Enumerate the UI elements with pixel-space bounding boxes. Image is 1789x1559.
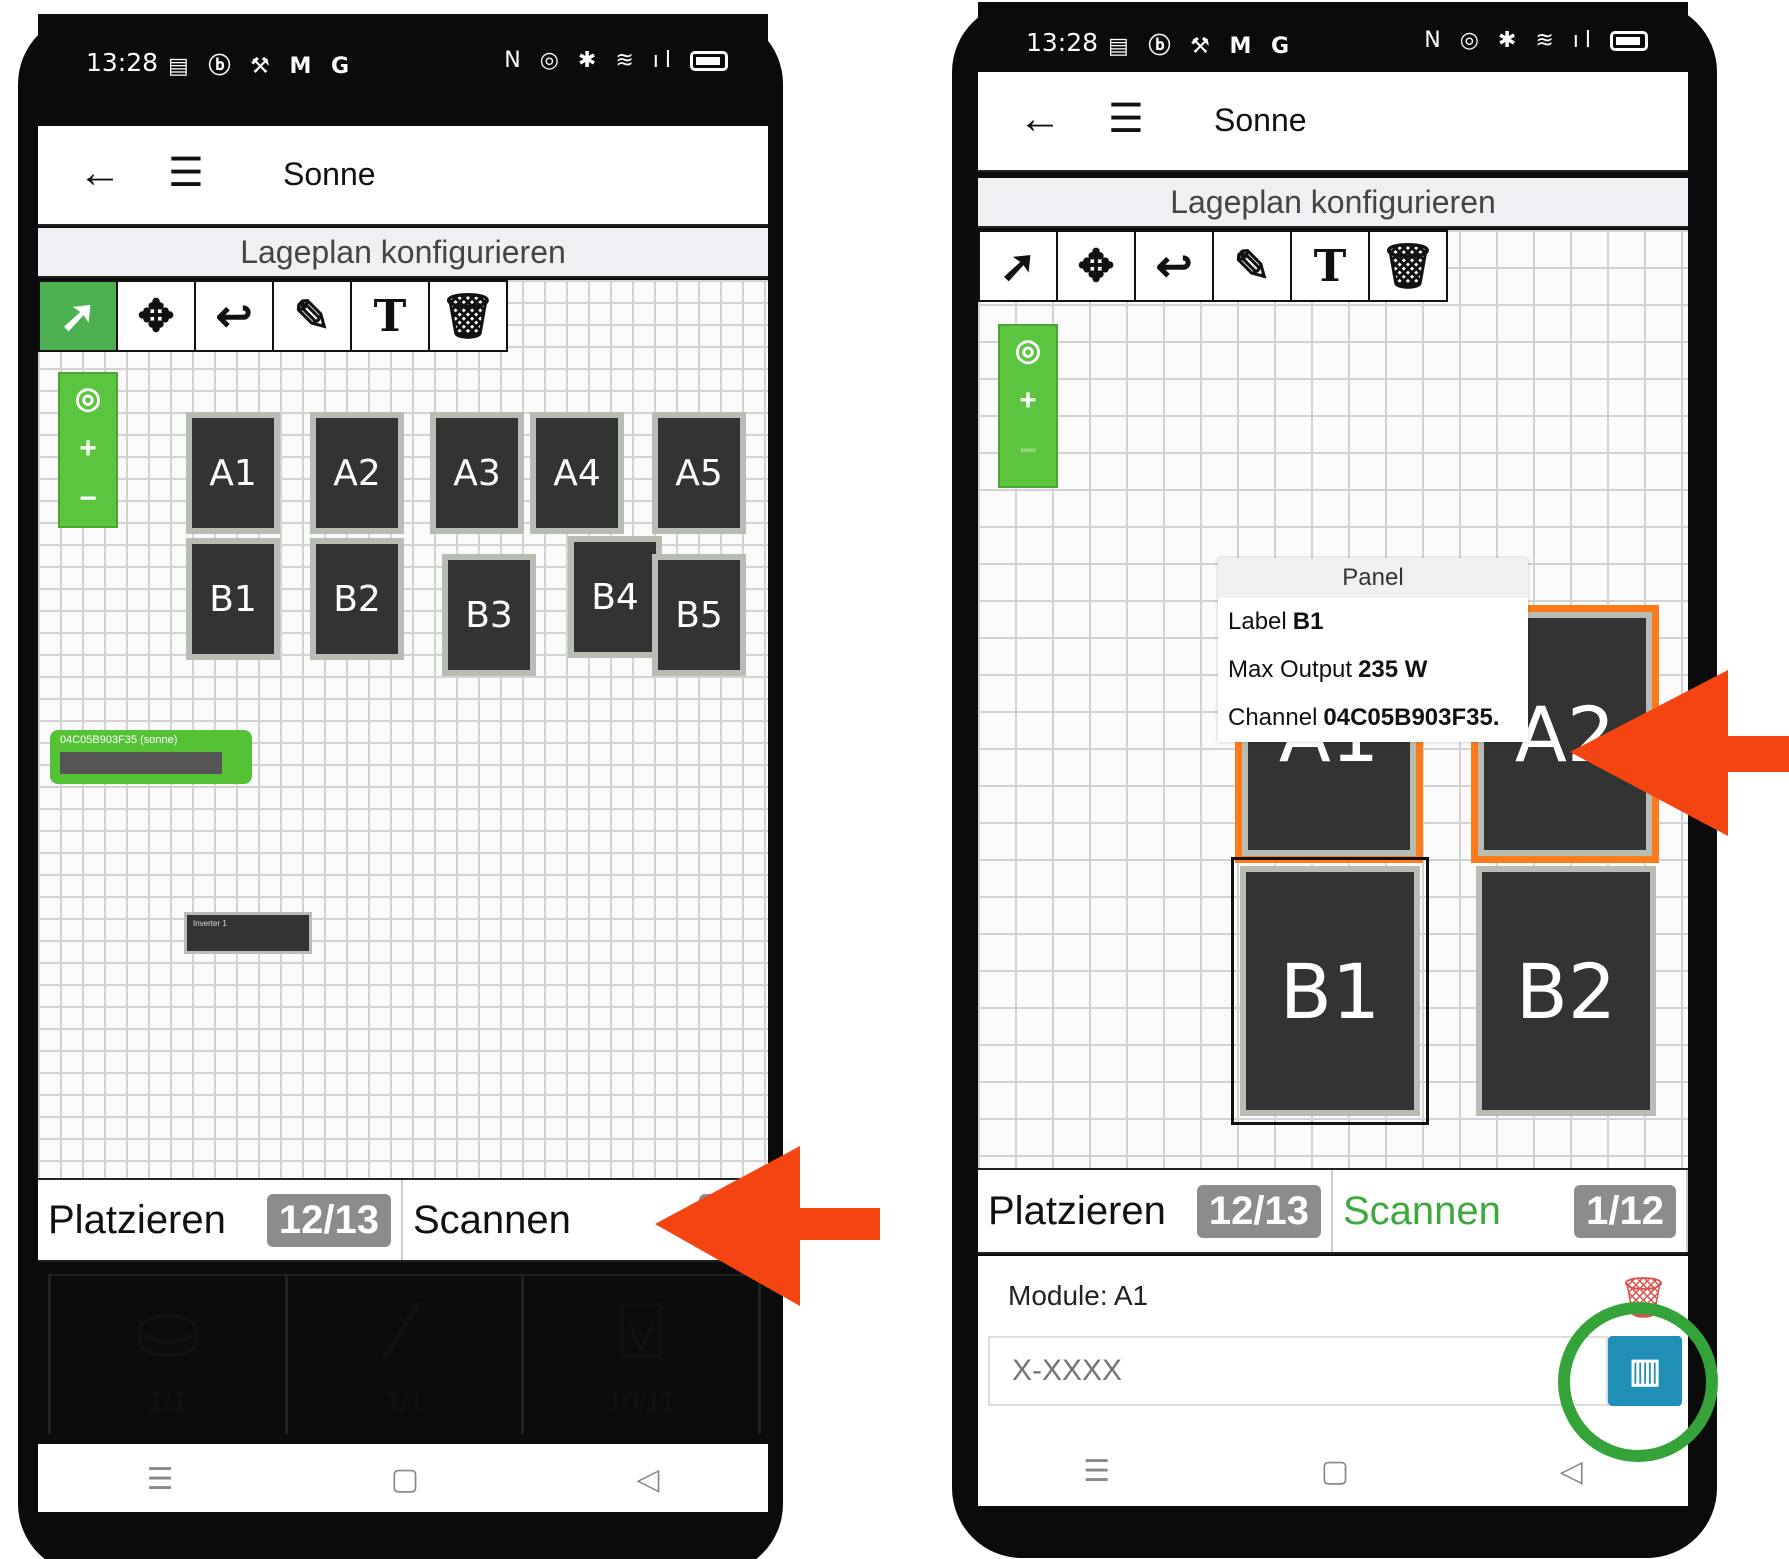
scene: 13:28 ▤ ⓑ ⚒ M G N ◎ ✱ ≋ ıl ← ☰ Sonne Lag…: [0, 0, 1789, 1559]
highlight-circle: [1558, 1302, 1718, 1462]
right-arrow-icon: [1570, 670, 1789, 836]
annotation-overlay: [655, 670, 1789, 1462]
left-arrow-icon: [655, 1146, 880, 1306]
